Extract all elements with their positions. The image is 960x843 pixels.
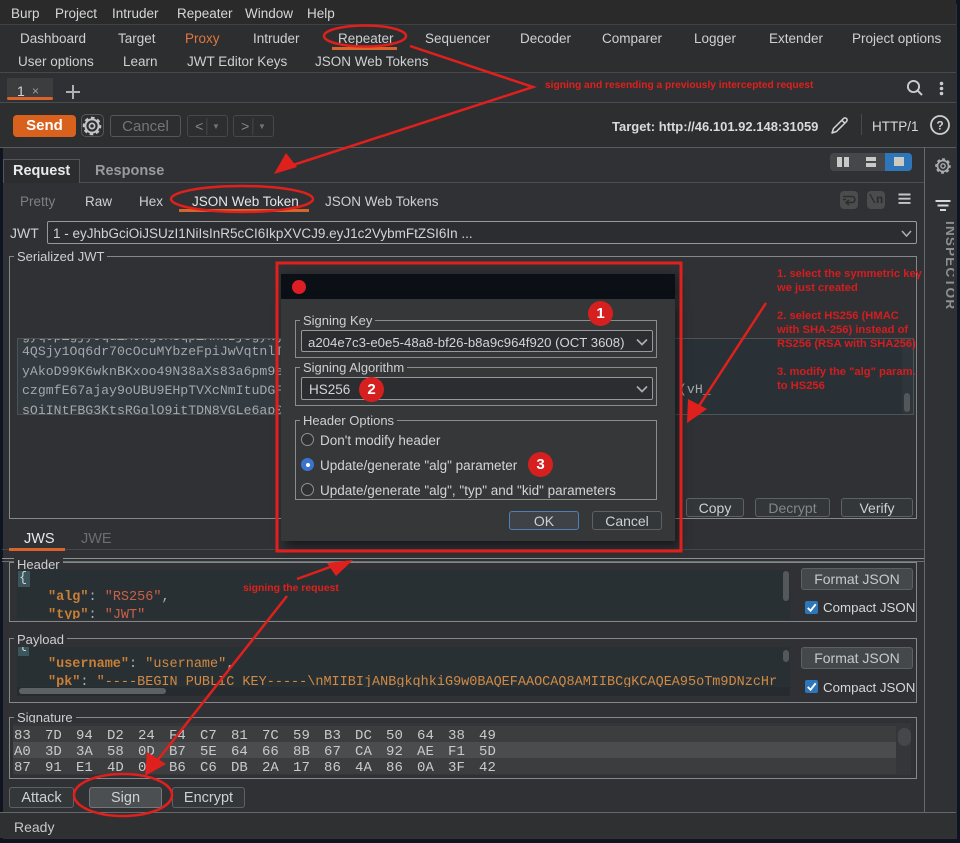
svg-text:2. select HS256 (HMAC: 2. select HS256 (HMAC: [777, 310, 899, 322]
svg-text:1. select the symmetric key: 1. select the symmetric key: [777, 268, 923, 280]
svg-text:with SHA-256) instead of: with SHA-256) instead of: [776, 324, 908, 336]
svg-text:3. modify the "alg" param.: 3. modify the "alg" param.: [777, 366, 916, 378]
svg-text:signing the request: signing the request: [243, 583, 339, 594]
svg-text:RS256 (RSA with SHA256): RS256 (RSA with SHA256): [777, 338, 916, 350]
svg-text:to HS256: to HS256: [777, 380, 825, 392]
svg-text:we just created: we just created: [776, 282, 858, 294]
svg-text:signing and resending a previo: signing and resending a previously inter…: [545, 80, 814, 91]
